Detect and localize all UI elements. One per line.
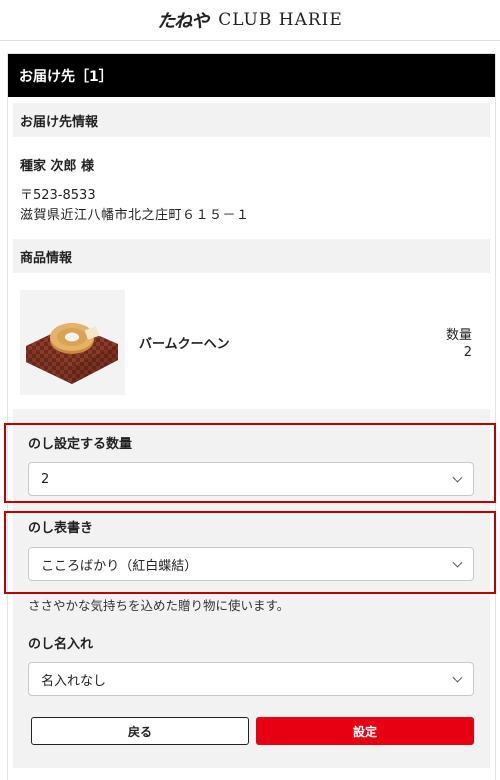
site-header: たねや CLUB HARIE xyxy=(0,0,500,41)
noshi-title-note: ささやかな気持ちを込めた贈り物に使います。 xyxy=(28,598,290,613)
quantity-label: 数量 xyxy=(445,328,472,343)
delivery-title: お届け先［1］ xyxy=(8,54,495,97)
delivery-card: お届け先［1］ お届け先情報 種家 次郎 様 〒523-8533 滋賀県近江八幡… xyxy=(7,53,496,780)
recipient-name: 種家 次郎 様 xyxy=(20,159,95,174)
quantity-value: 2 xyxy=(463,345,472,360)
back-button[interactable]: 戻る xyxy=(31,717,249,745)
noshi-name-label: のし名入れ xyxy=(28,637,94,652)
product-image xyxy=(20,290,125,395)
highlight-box-noshi-title xyxy=(4,511,496,594)
logo-jp: たねや xyxy=(157,11,209,32)
recipient-address: 滋賀県近江八幡市北之庄町６１５－１ xyxy=(20,208,250,223)
product-section-header: 商品情報 xyxy=(13,239,490,273)
logo-en: CLUB HARIE xyxy=(218,10,343,30)
recipient-postal-code: 〒523-8533 xyxy=(20,188,96,203)
baumkuchen-box-image xyxy=(26,323,118,384)
noshi-name-select[interactable]: 名入れなし xyxy=(28,662,474,696)
chevron-down-icon xyxy=(452,672,463,683)
set-button[interactable]: 設定 xyxy=(256,717,474,745)
highlight-box-noshi-count xyxy=(4,423,496,503)
product-name: バームクーヘン xyxy=(139,337,230,352)
noshi-name-value: 名入れなし xyxy=(41,673,107,689)
logo[interactable]: たねや CLUB HARIE xyxy=(157,7,343,33)
recipient-section-header: お届け先情報 xyxy=(13,103,490,137)
